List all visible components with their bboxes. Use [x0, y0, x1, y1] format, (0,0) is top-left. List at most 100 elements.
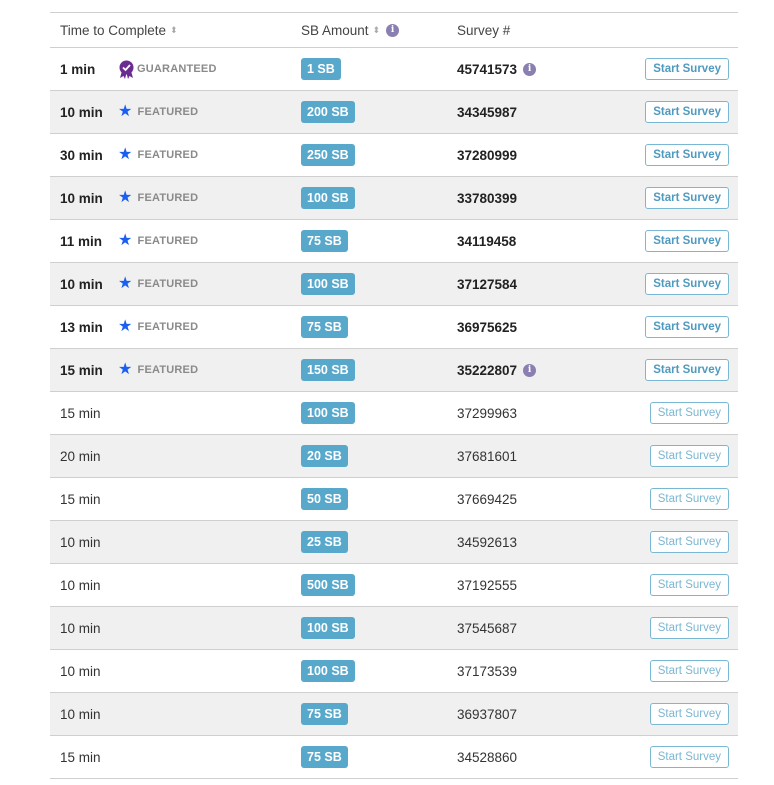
time-to-complete: 10 min [60, 706, 101, 722]
time-cell: 10 min [60, 535, 112, 550]
tag-label: FEATURED [137, 235, 199, 247]
time-cell: 15 min ★ FEATURED [60, 361, 198, 379]
sort-arrows-icon[interactable]: ⬍ [373, 25, 381, 35]
info-icon[interactable]: i [523, 363, 537, 377]
time-cell: 10 min [60, 664, 112, 679]
star-icon: ★ [118, 188, 133, 206]
survey-number: 34592613 [457, 534, 518, 550]
table-row: 11 min ★ FEATURED 75 SB 34119458 Start Su… [50, 220, 738, 263]
survey-tag: ★ FEATURED [118, 232, 199, 250]
table-row: 10 min ★ FEATURED 200 SB 34345987 Start S… [50, 91, 738, 134]
survey-cell: 36937807 [457, 707, 517, 722]
start-survey-button[interactable]: Start Survey [649, 746, 729, 768]
action-cell: Start Survey [649, 617, 729, 639]
sb-amount-badge: 75 SB [301, 316, 348, 338]
start-survey-button[interactable]: Start Survey [649, 445, 729, 467]
amount-cell: 100 SB [301, 402, 355, 424]
amount-cell: 100 SB [301, 660, 355, 682]
info-icon[interactable]: i [523, 62, 537, 76]
survey-number: 45741573 [457, 61, 518, 77]
action-cell: Start Survey [645, 58, 729, 80]
survey-cell: 37681601 [457, 449, 517, 464]
action-cell: Start Survey [645, 273, 729, 295]
start-survey-button[interactable]: Start Survey [649, 531, 729, 553]
survey-number: 37681601 [457, 448, 518, 464]
table-row: 1 min GUARANTEED 1 SB 45741573 i Start S… [50, 48, 738, 91]
action-cell: Start Survey [645, 101, 729, 123]
time-cell: 10 min [60, 578, 112, 593]
start-survey-button[interactable]: Start Survey [645, 316, 729, 338]
survey-cell: 37545687 [457, 621, 517, 636]
time-to-complete: 10 min [60, 620, 101, 636]
survey-tag: ★ FEATURED [118, 318, 199, 336]
tag-label: FEATURED [137, 278, 199, 290]
amount-cell: 200 SB [301, 101, 355, 123]
table-row: 20 min 20 SB 37681601 Start Survey [50, 435, 738, 478]
info-icon[interactable]: i [386, 23, 400, 37]
time-to-complete: 1 min [60, 61, 96, 77]
amount-cell: 250 SB [301, 144, 355, 166]
survey-cell: 36975625 [457, 320, 517, 335]
table-row: 10 min 500 SB 37192555 Start Survey [50, 564, 738, 607]
table-row: 13 min ★ FEATURED 75 SB 36975625 Start Su… [50, 306, 738, 349]
start-survey-button[interactable]: Start Survey [645, 187, 729, 209]
start-survey-button[interactable]: Start Survey [649, 703, 729, 725]
header-time-to-complete[interactable]: Time to Complete ⬍ [60, 23, 178, 38]
start-survey-button[interactable]: Start Survey [649, 660, 729, 682]
start-survey-button[interactable]: Start Survey [649, 574, 729, 596]
amount-cell: 100 SB [301, 273, 355, 295]
header-time-label: Time to Complete [60, 22, 167, 38]
action-cell: Start Survey [649, 402, 729, 424]
table-row: 10 min ★ FEATURED 100 SB 33780399 Start S… [50, 177, 738, 220]
start-survey-button[interactable]: Start Survey [645, 273, 729, 295]
sb-amount-badge: 25 SB [301, 531, 348, 553]
sort-arrows-icon[interactable]: ⬍ [170, 25, 178, 35]
tag-label: FEATURED [137, 321, 199, 333]
ribbon-badge-icon [118, 60, 135, 79]
survey-cell: 35222807 i [457, 363, 537, 378]
action-cell: Start Survey [649, 445, 729, 467]
survey-cell: 45741573 i [457, 61, 537, 77]
sb-amount-badge: 100 SB [301, 187, 355, 209]
survey-tag: ★ FEATURED [118, 188, 199, 207]
amount-cell: 25 SB [301, 531, 348, 553]
time-cell: 10 min ★ FEATURED [60, 275, 199, 293]
table-row: 10 min ★ FEATURED 100 SB 37127584 Start S… [50, 263, 738, 306]
survey-tag: ★ FEATURED [118, 145, 199, 164]
action-cell: Start Survey [649, 488, 729, 510]
action-cell: Start Survey [645, 316, 729, 338]
survey-tag: ★ FEATURED [118, 361, 198, 379]
action-cell: Start Survey [649, 746, 729, 768]
survey-tag: GUARANTEED [118, 60, 217, 79]
start-survey-button[interactable]: Start Survey [645, 359, 729, 381]
time-cell: 15 min [60, 406, 112, 421]
survey-cell: 37127584 [457, 277, 517, 292]
start-survey-button[interactable]: Start Survey [649, 402, 729, 424]
action-cell: Start Survey [649, 574, 729, 596]
header-sb-amount[interactable]: SB Amount ⬍ i [301, 23, 400, 38]
survey-number: 34345987 [457, 104, 518, 120]
time-cell: 10 min ★ FEATURED [60, 188, 199, 207]
sb-amount-badge: 100 SB [301, 273, 355, 295]
start-survey-button[interactable]: Start Survey [645, 144, 729, 166]
action-cell: Start Survey [649, 660, 729, 682]
sb-amount-badge: 75 SB [301, 230, 348, 252]
amount-cell: 75 SB [301, 316, 348, 338]
time-cell: 20 min [60, 449, 112, 464]
start-survey-button[interactable]: Start Survey [649, 488, 729, 510]
time-cell: 10 min ★ FEATURED [60, 103, 198, 121]
amount-cell: 75 SB [301, 746, 348, 768]
time-cell: 15 min [60, 492, 112, 507]
amount-cell: 150 SB [301, 359, 355, 381]
start-survey-button[interactable]: Start Survey [649, 617, 729, 639]
survey-cell: 37173539 [457, 664, 517, 679]
start-survey-button[interactable]: Start Survey [645, 230, 729, 252]
survey-number: 37299963 [457, 405, 518, 421]
tag-label: FEATURED [137, 192, 199, 204]
star-icon: ★ [118, 145, 133, 163]
start-survey-button[interactable]: Start Survey [645, 58, 729, 80]
tag-label: FEATURED [137, 149, 199, 161]
start-survey-button[interactable]: Start Survey [645, 101, 729, 123]
time-to-complete: 30 min [60, 147, 103, 163]
table-header: Time to Complete ⬍ SB Amount ⬍ i Survey … [50, 13, 738, 48]
